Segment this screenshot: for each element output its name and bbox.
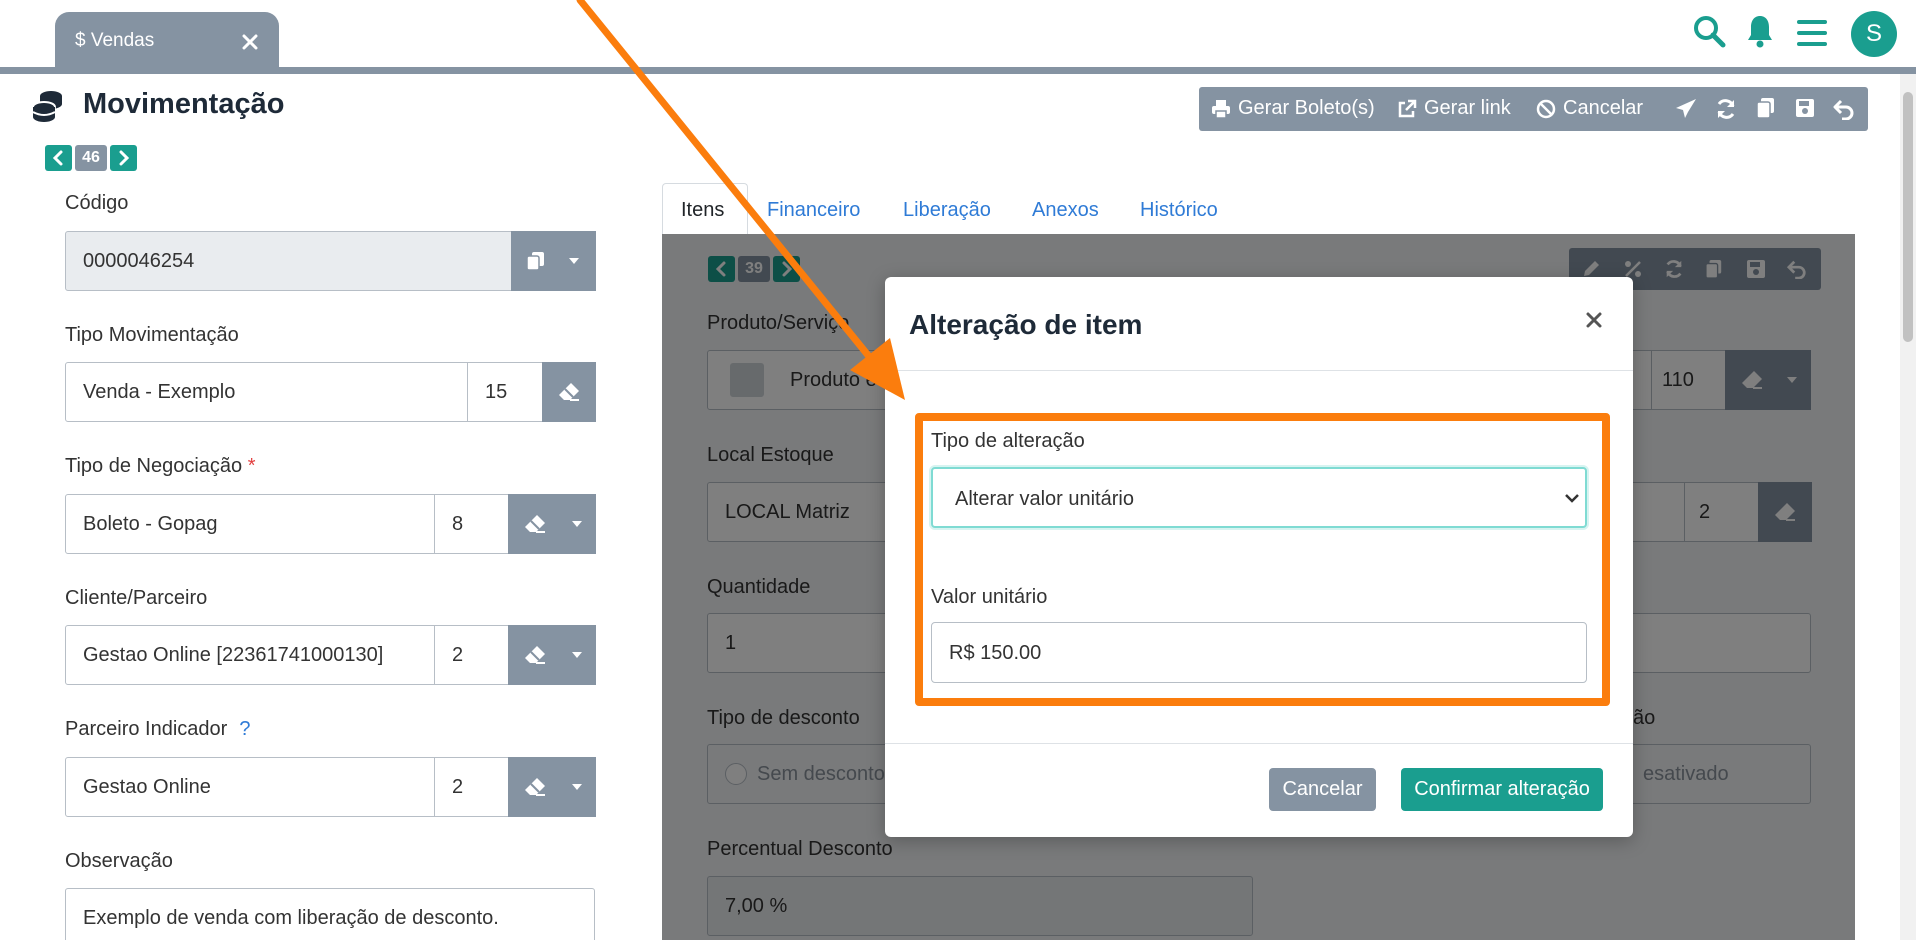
codigo-field: 0000046254: [65, 231, 596, 291]
tipo-negociacao-field[interactable]: Boleto - Gopag 8: [65, 494, 596, 554]
modal-header-divider: [885, 370, 1633, 371]
record-count: 46: [75, 145, 107, 171]
required-mark: *: [247, 455, 256, 477]
tipo-negociacao-text: Tipo de Negociação: [65, 455, 243, 477]
tab-label: $ Vendas: [75, 30, 154, 52]
parceiro-indicador-text: Parceiro Indicador: [65, 718, 228, 740]
clear-dropdown-button[interactable]: [508, 494, 596, 554]
gerar-boleto-button[interactable]: Gerar Boleto(s): [1211, 97, 1375, 120]
caret-down-icon: [572, 784, 582, 790]
cliente-value: Gestao Online [22361741000130]: [83, 644, 384, 666]
page-title: Movimentação: [83, 88, 285, 120]
clear-dropdown-button[interactable]: [508, 757, 596, 817]
record-navigator: 46: [45, 145, 137, 171]
observacao-textarea[interactable]: Exemplo de venda com liberação de descon…: [65, 888, 595, 940]
clear-dropdown-button[interactable]: [508, 625, 596, 685]
tab-anexos[interactable]: Anexos: [1032, 199, 1099, 222]
tab-strip-line: [0, 67, 1916, 74]
scrollbar-thumb[interactable]: [1903, 92, 1913, 342]
modal-title: Alteração de item: [909, 309, 1143, 340]
tipo-negociacao-label: Tipo de Negociação *: [65, 455, 256, 478]
cliente-code[interactable]: 2: [434, 626, 508, 684]
parceiro-indicador-code-value: 2: [452, 776, 464, 798]
gerar-link-button[interactable]: Gerar link: [1397, 97, 1511, 120]
dollar-icon: $: [75, 30, 86, 51]
close-icon[interactable]: [1585, 311, 1603, 329]
tipo-movimentacao-label: Tipo Movimentação: [65, 324, 239, 346]
tab-vendas[interactable]: $ Vendas: [55, 12, 279, 70]
eraser-icon: [525, 778, 545, 796]
caret-down-icon: [572, 652, 582, 658]
confirm-button[interactable]: Confirmar alteração: [1401, 768, 1603, 811]
tipo-movimentacao-value: Venda - Exemplo: [83, 381, 236, 403]
modal-footer-divider: [885, 743, 1633, 744]
top-bar: [0, 0, 1916, 70]
cancelar-mov-button[interactable]: Cancelar: [1536, 97, 1643, 120]
codigo-value: 0000046254: [83, 250, 195, 272]
save-icon[interactable]: [1795, 98, 1815, 118]
tipo-negociacao-code-value: 8: [452, 513, 464, 535]
send-icon[interactable]: [1675, 98, 1697, 120]
observacao-label: Observação: [65, 850, 173, 872]
chevron-right-icon[interactable]: [110, 145, 137, 171]
tab-historico[interactable]: Histórico: [1140, 199, 1218, 222]
cliente-label: Cliente/Parceiro: [65, 587, 208, 609]
observacao-value: Exemplo de venda com liberação de descon…: [83, 907, 499, 929]
copy-icon[interactable]: [1756, 97, 1776, 119]
action-toolbar: Gerar Boleto(s) Gerar link Cancelar: [1199, 87, 1868, 131]
annotation-arrow-icon: [576, 0, 905, 400]
cancelar-label: Cancelar: [1563, 97, 1644, 119]
undo-icon[interactable]: [1833, 98, 1855, 120]
ban-icon: [1536, 99, 1556, 118]
chevron-left-icon[interactable]: [45, 145, 72, 171]
annotation-highlight-box: [915, 413, 1610, 706]
coins-icon: [32, 91, 62, 122]
help-icon[interactable]: ?: [239, 718, 250, 740]
user-avatar[interactable]: S: [1851, 11, 1897, 57]
eraser-icon: [525, 646, 545, 664]
search-icon[interactable]: [1692, 14, 1726, 48]
refresh-icon[interactable]: [1715, 98, 1737, 120]
tipo-movimentacao-code-value: 15: [485, 381, 508, 403]
gerar-boleto-label: Gerar Boleto(s): [1238, 97, 1375, 119]
codigo-label: Código: [65, 192, 129, 214]
caret-down-icon: [572, 521, 582, 527]
menu-icon[interactable]: [1797, 20, 1827, 46]
parceiro-indicador-code[interactable]: 2: [434, 758, 508, 816]
tipo-movimentacao-code[interactable]: 15: [467, 363, 542, 421]
cliente-code-value: 2: [452, 644, 464, 666]
cancel-button[interactable]: Cancelar: [1269, 768, 1376, 811]
tipo-negociacao-value: Boleto - Gopag: [83, 513, 218, 535]
cliente-field[interactable]: Gestao Online [22361741000130] 2: [65, 625, 596, 685]
tab-title: Vendas: [90, 30, 155, 51]
external-link-icon: [1398, 99, 1417, 117]
copy-icon: [526, 252, 544, 271]
print-icon: [1212, 99, 1230, 119]
parceiro-indicador-label: Parceiro Indicador?: [65, 718, 250, 741]
parceiro-indicador-field[interactable]: Gestao Online 2: [65, 757, 596, 817]
bell-icon[interactable]: [1746, 14, 1774, 48]
tipo-negociacao-code[interactable]: 8: [434, 495, 508, 553]
close-icon[interactable]: [242, 34, 258, 50]
tipo-movimentacao-field[interactable]: Venda - Exemplo 15: [65, 362, 596, 422]
gerar-link-label: Gerar link: [1424, 97, 1511, 119]
eraser-icon: [525, 515, 545, 533]
parceiro-indicador-value: Gestao Online: [83, 776, 211, 798]
